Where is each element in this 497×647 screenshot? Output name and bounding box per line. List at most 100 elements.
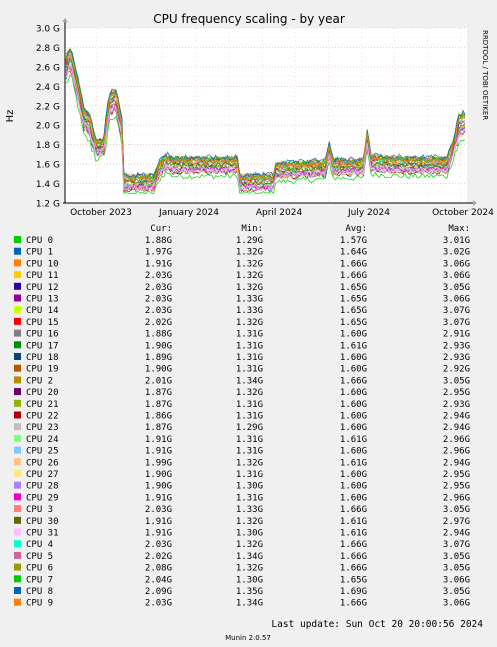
legend-min-value: 1.30G [236,575,263,585]
legend-label: CPU 21 [26,400,59,410]
legend-cur-value: 2.03G [145,306,172,316]
legend-max-value: 3.01G [443,236,470,246]
y-tick-label: 1.8 G [36,141,60,151]
legend-avg-value: 1.60G [340,412,367,422]
legend-avg-value: 1.65G [340,575,367,585]
legend-cur-value: 1.87G [145,388,172,398]
legend-max-value: 3.02G [443,248,470,258]
legend-avg-value: 1.61G [340,529,367,539]
legend-max-value: 3.05G [443,587,470,597]
legend-label: CPU 24 [26,435,59,445]
legend-min-value: 1.31G [236,493,263,503]
legend-avg-value: 1.61G [340,341,367,351]
legend-cur-value: 1.87G [145,400,172,410]
legend-label: CPU 3 [26,505,53,515]
x-tick-label: October 2023 [70,208,132,218]
legend-swatch [14,353,21,360]
legend-avg-value: 1.60G [340,482,367,492]
legend-max-value: 2.94G [443,458,470,468]
y-tick-label: 2.4 G [36,83,60,93]
cpu-frequency-graph: CPU frequency scaling - by year Hz RRDTO… [0,0,497,647]
legend-swatch [14,458,21,466]
legend-swatch [14,329,21,337]
legend-cur-value: 1.90G [145,482,172,492]
legend-min-value: 1.34G [236,552,263,562]
legend-label: CPU 5 [26,552,53,562]
legend-avg-value: 1.66G [340,540,367,550]
y-tick-label: 1.2 G [36,200,60,210]
legend-max-value: 3.07G [443,318,470,328]
legend-cur-value: 2.02G [145,552,172,562]
legend-label: CPU 2 [26,376,53,386]
legend-label: CPU 9 [26,599,53,609]
legend-avg-value: 1.60G [340,330,367,340]
legend-avg-value: 1.61G [340,517,367,527]
legend-label: CPU 19 [26,365,59,375]
legend-label: CPU 10 [26,259,59,269]
legend-cur-value: 2.02G [145,318,172,328]
legend-avg-value: 1.64G [340,248,367,258]
legend-swatch [14,516,21,524]
legend-avg-value: 1.60G [340,447,367,457]
legend-cur-value: 2.09G [145,587,172,597]
legend-min-value: 1.31G [236,470,263,480]
legend-avg-value: 1.60G [340,493,367,503]
legend-min-value: 1.31G [236,365,263,375]
legend-max-value: 2.96G [443,447,470,457]
legend-label: CPU 7 [26,575,53,585]
legend-min-value: 1.33G [236,295,263,305]
legend-label: CPU 12 [26,283,59,293]
legend-label: CPU 11 [26,271,59,281]
legend-min-value: 1.31G [236,400,263,410]
legend-max-value: 2.94G [443,529,470,539]
legend-swatch [14,306,21,314]
legend-swatch [14,388,21,396]
legend-min-value: 1.32G [236,540,263,550]
legend-swatch [14,411,21,419]
y-tick-label: 2.6 G [36,63,60,73]
legend-label: CPU 28 [26,482,59,492]
legend-max-value: 2.92G [443,365,470,375]
y-tick-label: 2.2 G [36,102,60,112]
legend-cur-value: 1.97G [145,248,172,258]
x-tick-label: July 2024 [347,208,390,218]
legend-swatch [14,282,21,290]
legend-min-value: 1.32G [236,517,263,527]
legend-cur-value: 1.88G [145,330,172,340]
legend-label: CPU 0 [26,236,53,246]
legend-max-value: 3.05G [443,376,470,386]
legend-swatch [14,598,21,606]
legend-label: CPU 29 [26,493,59,503]
legend-min-value: 1.31G [236,412,263,422]
legend-cur-value: 1.91G [145,529,172,539]
legend-min-value: 1.32G [236,259,263,269]
rrdtool-watermark: RRDTOOL / TOBI OETIKER [481,30,489,120]
legend-swatch [14,481,21,489]
legend-header-min: Min: [241,224,263,234]
legend-min-value: 1.32G [236,388,263,398]
legend-min-value: 1.31G [236,330,263,340]
legend-min-value: 1.31G [236,447,263,457]
legend-max-value: 2.93G [443,353,470,363]
legend-max-value: 2.94G [443,412,470,422]
legend-avg-value: 1.66G [340,552,367,562]
legend-cur-value: 2.03G [145,599,172,609]
y-tick-label: 2.8 G [36,44,60,54]
legend-max-value: 3.05G [443,505,470,515]
legend-swatch [14,364,21,372]
legend-header-avg: Avg: [345,224,367,234]
legend-avg-value: 1.60G [340,353,367,363]
legend-max-value: 3.06G [443,599,470,609]
legend-min-value: 1.30G [236,529,263,539]
legend-label: CPU 4 [26,540,53,550]
legend-header-max: Max: [448,224,470,234]
legend-cur-value: 1.90G [145,470,172,480]
legend-max-value: 2.96G [443,493,470,503]
y-tick-label: 3.0 G [36,25,60,35]
legend-cur-value: 1.91G [145,517,172,527]
legend-swatch [14,271,21,279]
legend-cur-value: 2.03G [145,505,172,515]
x-tick-label: October 2024 [432,208,494,218]
x-tick-label: January 2024 [158,208,219,218]
last-update-text: Last update: Sun Oct 20 20:00:56 2024 [271,619,483,630]
